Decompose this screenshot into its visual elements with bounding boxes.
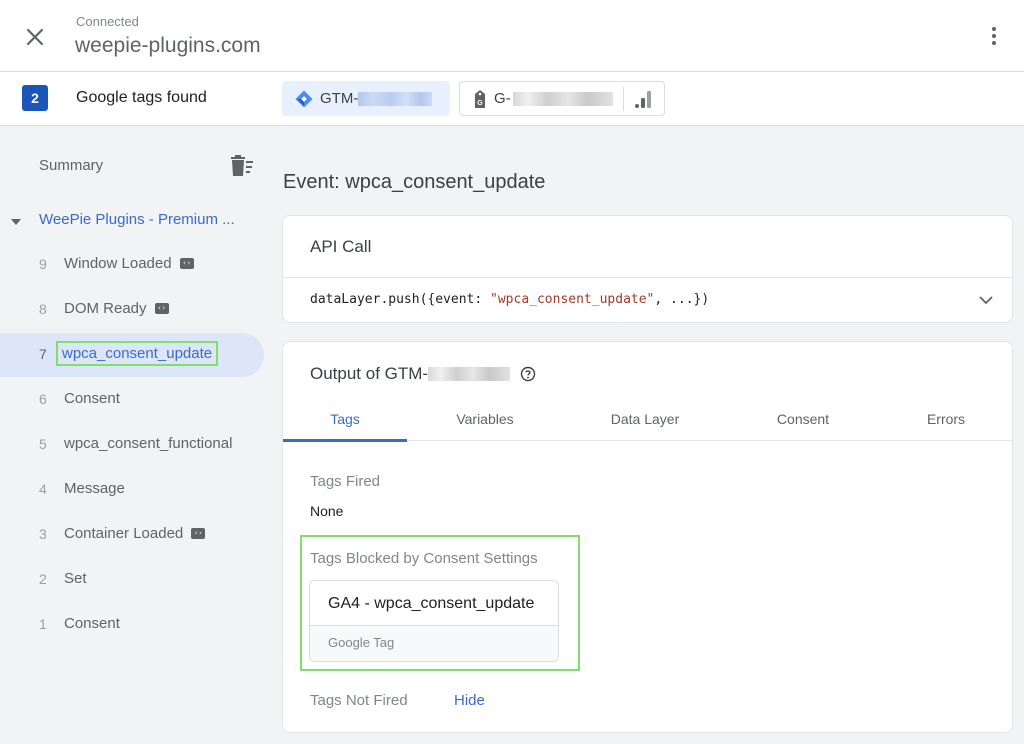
container-name: WeePie Plugins - Premium ... (39, 211, 235, 228)
close-icon[interactable] (22, 24, 48, 50)
caret-down-icon[interactable] (11, 219, 21, 225)
help-icon[interactable] (520, 366, 536, 382)
tab-errors[interactable]: Errors (886, 402, 1006, 441)
redacted-id (428, 367, 511, 381)
event-label: Window Loaded ‹› (64, 255, 194, 272)
divider (283, 277, 1012, 278)
gtm-diamond-icon (295, 90, 313, 107)
tags-not-fired-heading: Tags Not Fired (310, 692, 408, 709)
summary-link[interactable]: Summary (39, 157, 103, 174)
redacted-id (512, 91, 613, 106)
event-label: DOM Ready ‹› (64, 300, 169, 317)
event-sidebar: Summary WeePie Plugins - Premium ... 9 W… (0, 127, 270, 744)
output-tabs: Tags Variables Data Layer Consent Errors (283, 402, 1012, 442)
event-number: 9 (39, 256, 47, 272)
tags-count-badge: 2 (22, 85, 48, 111)
event-item[interactable]: 6 Consent (0, 378, 264, 422)
container-tree-item[interactable]: WeePie Plugins - Premium ... (0, 207, 270, 233)
connected-domain: weepie-plugins.com (75, 34, 261, 57)
event-label: Set (64, 570, 87, 587)
event-label: wpca_consent_functional (64, 435, 233, 452)
event-title: Event: wpca_consent_update (283, 171, 546, 193)
output-card: Output of GTM- Tags Variables Data Layer… (282, 341, 1013, 733)
event-number: 2 (39, 571, 47, 587)
chip-divider (622, 86, 624, 111)
tab-variables[interactable]: Variables (425, 402, 545, 441)
event-label: wpca_consent_update (56, 341, 219, 366)
event-label: Message (64, 480, 125, 497)
event-number: 1 (39, 616, 47, 632)
tags-fired-value: None (310, 503, 344, 519)
tags-blocked-heading: Tags Blocked by Consent Settings (310, 550, 538, 567)
gtm-id-prefix: GTM- (320, 90, 359, 107)
tag-name: GA4 - wpca_consent_update (310, 581, 558, 626)
api-call-card: API Call dataLayer.push({event: "wpca_co… (282, 215, 1013, 323)
output-title: Output of GTM- (310, 364, 536, 384)
more-options-icon[interactable] (986, 25, 1002, 47)
google-tag-icon: G (475, 89, 485, 108)
ga-tag-chip[interactable]: G G- (459, 81, 665, 116)
code-badge-icon: ‹› (191, 527, 206, 539)
event-number: 6 (39, 391, 47, 407)
chevron-down-icon[interactable] (978, 293, 994, 307)
api-call-code[interactable]: dataLayer.push({event: "wpca_consent_upd… (310, 292, 709, 307)
code-badge-icon: ‹› (154, 302, 169, 314)
event-item[interactable]: 3 Container Loaded ‹› (0, 513, 264, 557)
event-number: 8 (39, 301, 47, 317)
clear-messages-icon[interactable] (230, 155, 254, 177)
event-number: 3 (39, 526, 47, 542)
tags-fired-heading: Tags Fired (310, 473, 381, 490)
tags-found-label: Google tags found (76, 89, 207, 106)
hide-link[interactable]: Hide (454, 692, 485, 709)
tag-bar: 2 Google tags found GTM- G G- (0, 72, 1024, 126)
event-number: 7 (39, 346, 47, 362)
blocked-tag-card[interactable]: GA4 - wpca_consent_update Google Tag (309, 580, 559, 662)
ga-id-prefix: G- (494, 90, 511, 107)
event-label: Consent (64, 615, 120, 632)
tab-consent[interactable]: Consent (743, 402, 863, 441)
event-item[interactable]: 2 Set (0, 558, 264, 602)
event-number: 4 (39, 481, 47, 497)
event-item[interactable]: 9 Window Loaded ‹› (0, 243, 264, 287)
event-label: Consent (64, 390, 120, 407)
event-item-selected[interactable]: 7 wpca_consent_update (0, 333, 264, 377)
analytics-bars-icon (634, 90, 651, 108)
gtm-container-chip[interactable]: GTM- (282, 81, 450, 116)
event-item[interactable]: 8 DOM Ready ‹› (0, 288, 264, 332)
api-call-title: API Call (310, 237, 372, 256)
svg-text:G: G (477, 100, 483, 107)
redacted-id (358, 91, 433, 106)
tab-data-layer[interactable]: Data Layer (585, 402, 705, 441)
code-badge-icon: ‹› (179, 257, 194, 269)
tab-tags[interactable]: Tags (283, 402, 407, 442)
event-item[interactable]: 4 Message (0, 468, 264, 512)
event-item[interactable]: 5 wpca_consent_functional (0, 423, 264, 467)
event-item[interactable]: 1 Consent (0, 603, 264, 647)
connection-status: Connected (76, 14, 139, 29)
tag-type: Google Tag (310, 626, 558, 661)
event-number: 5 (39, 436, 47, 452)
top-bar: Connected weepie-plugins.com (0, 0, 1024, 72)
event-label: Container Loaded ‹› (64, 525, 206, 542)
